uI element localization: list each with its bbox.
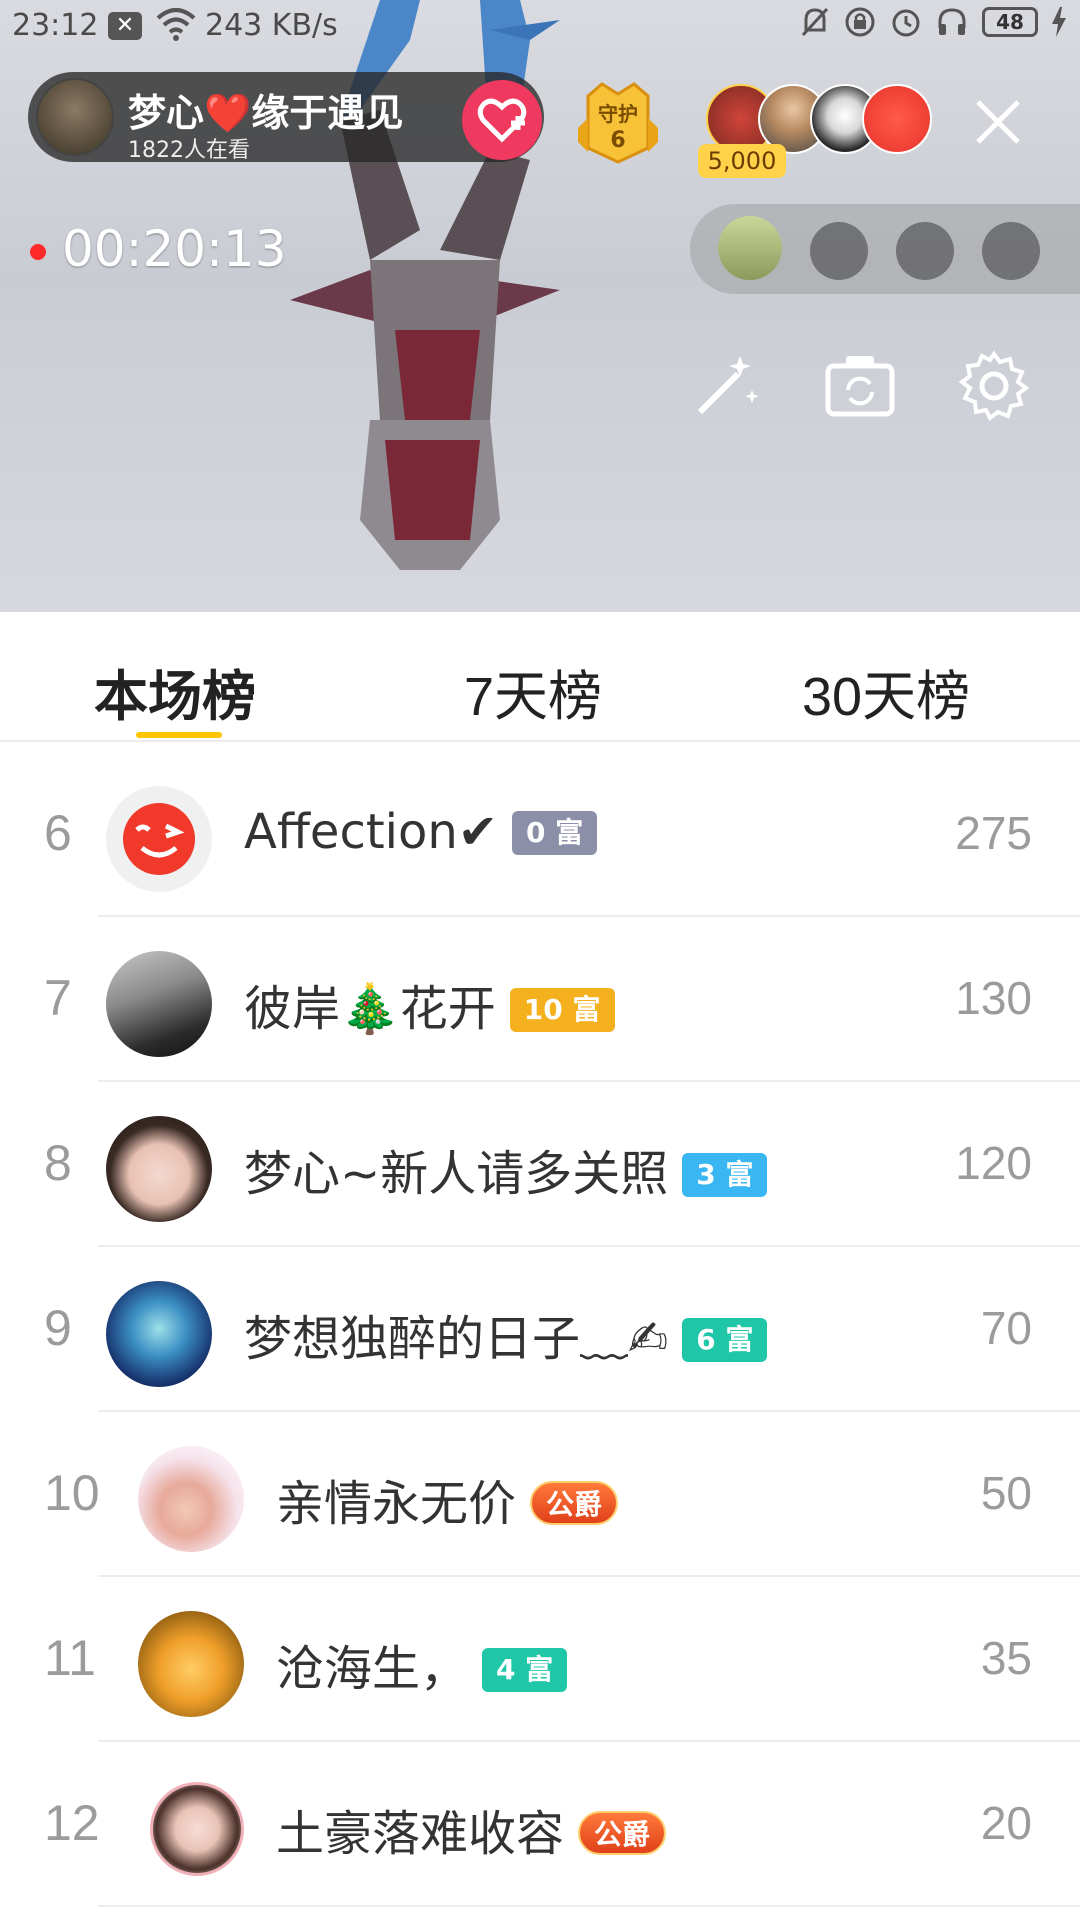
user-name: 沧海生，	[276, 1641, 469, 1697]
rank-number: 10	[44, 1465, 100, 1521]
host-viewer-count: 1822人在看	[128, 138, 250, 162]
guard-count: 6	[610, 128, 626, 153]
user-avatar[interactable]	[106, 786, 212, 892]
rank-number: 9	[44, 1300, 72, 1356]
top-viewer-coins: 5,000	[698, 144, 786, 178]
user-name: 亲情永无价	[276, 1476, 517, 1532]
wealth-badge: 0 富	[512, 811, 598, 855]
empty-seat-icon[interactable]	[810, 222, 868, 280]
wifi-icon	[156, 8, 196, 41]
ranking-row[interactable]: 12 土豪落难收容 公爵 20	[0, 1742, 1080, 1907]
close-icon[interactable]	[972, 96, 1024, 148]
user-name-line: 土豪落难收容 公爵	[276, 1794, 667, 1864]
user-name: 梦心~新人请多关照	[244, 1146, 669, 1202]
user-score: 70	[980, 1302, 1032, 1354]
user-name-line: Affection✔ 0 富	[244, 804, 598, 860]
notification-icon: ✕	[108, 12, 142, 40]
rank-number: 7	[44, 970, 72, 1026]
user-avatar[interactable]	[106, 1281, 212, 1387]
rank-number: 6	[44, 805, 72, 861]
user-avatar[interactable]	[106, 1116, 212, 1222]
heart-plus-icon	[477, 98, 527, 143]
tab-30-days[interactable]: 30天榜	[802, 652, 970, 731]
wealth-badge: 3 富	[682, 1153, 768, 1197]
user-name-line: 亲情永无价 公爵	[276, 1464, 619, 1534]
recording-dot-icon	[30, 244, 46, 260]
tab-this-session[interactable]: 本场榜	[94, 652, 256, 731]
default-avatar-icon	[123, 803, 195, 875]
top-viewer-avatar[interactable]	[862, 84, 932, 154]
user-name-line: 彼岸🎄花开 10 富	[244, 969, 615, 1039]
charging-icon	[1052, 7, 1066, 37]
network-speed: 243 KB/s	[205, 8, 338, 43]
noble-duke-badge: 公爵	[530, 1481, 619, 1525]
empty-seat-icon[interactable]	[982, 222, 1040, 280]
user-score: 275	[955, 807, 1032, 859]
settings-gear-icon[interactable]	[958, 350, 1030, 422]
wealth-badge: 10 富	[509, 988, 615, 1032]
ranking-row[interactable]: 11 沧海生， 4 富 35	[0, 1577, 1080, 1742]
seat-occupied-avatar[interactable]	[718, 216, 782, 280]
wealth-badge: 4 富	[482, 1648, 568, 1692]
user-name-line: 梦想独醉的日子﹏✍ 6 富	[244, 1299, 768, 1369]
tab-7-days[interactable]: 7天榜	[464, 652, 602, 731]
rank-number: 11	[44, 1630, 96, 1686]
alarm-icon	[892, 9, 920, 37]
user-score: 20	[980, 1797, 1032, 1849]
noble-duke-badge: 公爵	[578, 1811, 667, 1855]
user-name: 土豪落难收容	[276, 1806, 565, 1862]
user-score: 130	[955, 972, 1032, 1024]
user-avatar[interactable]	[106, 951, 212, 1057]
guard-label: 守护	[598, 102, 638, 126]
user-avatar[interactable]	[138, 1611, 244, 1717]
empty-seat-icon[interactable]	[896, 222, 954, 280]
user-score: 120	[955, 1137, 1032, 1189]
headphones-icon	[938, 8, 966, 35]
ranking-row[interactable]: 8 梦心~新人请多关照 3 富 120	[0, 1082, 1080, 1247]
wealth-badge: 6 富	[682, 1318, 768, 1362]
user-score: 50	[980, 1467, 1032, 1519]
row-divider	[98, 1905, 1080, 1907]
lock-rotation-icon	[845, 7, 875, 37]
ranking-row[interactable]: 9 梦想独醉的日子﹏✍ 6 富 70	[0, 1247, 1080, 1412]
follow-button[interactable]	[462, 80, 542, 160]
ranking-tabs: 本场榜 7天榜 30天榜	[0, 612, 1080, 742]
host-avatar[interactable]	[36, 78, 114, 156]
user-avatar[interactable]	[150, 1782, 244, 1876]
ranking-row[interactable]: 6 Affection✔ 0 富 275	[0, 752, 1080, 917]
user-name: 彼岸🎄花开	[244, 981, 496, 1037]
user-name: 梦想独醉的日子﹏✍	[244, 1311, 669, 1367]
beauty-magic-wand-icon[interactable]	[688, 350, 760, 422]
live-timer: 00:20:13	[62, 220, 287, 278]
user-avatar[interactable]	[138, 1446, 244, 1552]
ranking-list: 6 Affection✔ 0 富 275 7 彼岸🎄花开 10 富 130 8 梦心…	[0, 752, 1080, 1920]
status-time: 23:12	[12, 8, 99, 43]
user-score: 35	[980, 1632, 1032, 1684]
ranking-row[interactable]: 10 亲情永无价 公爵 50	[0, 1412, 1080, 1577]
active-tab-indicator	[136, 732, 222, 738]
rank-number: 12	[44, 1795, 100, 1851]
rank-number: 8	[44, 1135, 72, 1191]
battery-indicator: 48	[982, 7, 1038, 37]
status-bar: 23:12 ✕ 243 KB/s 48	[0, 0, 1080, 52]
user-name-line: 梦心~新人请多关照 3 富	[244, 1134, 768, 1204]
mute-bell-icon	[801, 7, 829, 37]
flip-camera-icon[interactable]	[824, 350, 896, 422]
guard-badge[interactable]: 守护 6	[578, 78, 658, 164]
user-name-line: 沧海生， 4 富	[276, 1629, 568, 1699]
ranking-row[interactable]: 7 彼岸🎄花开 10 富 130	[0, 917, 1080, 1082]
host-name: 梦心❤️缘于遇见	[128, 91, 404, 135]
user-name: Affection✔	[244, 804, 498, 860]
live-video-area: 23:12 ✕ 243 KB/s 48 梦心❤️缘于遇见 1822人在看 守护 …	[0, 0, 1080, 612]
